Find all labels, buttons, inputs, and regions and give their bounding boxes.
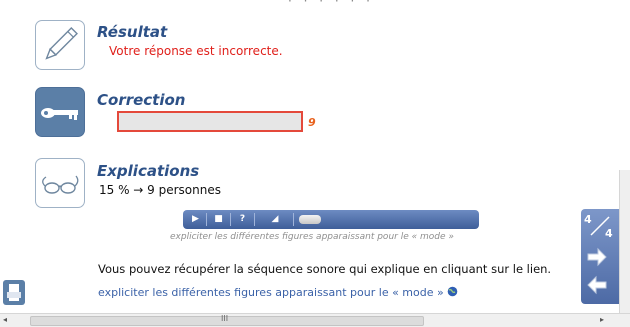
resultat-title: Résultat [97, 23, 168, 41]
player-separator [230, 213, 231, 226]
page-total: 4 [605, 227, 613, 240]
key-icon [35, 87, 85, 137]
print-icon[interactable] [3, 280, 25, 305]
player-caption: expliciter les différentes figures appar… [170, 232, 454, 242]
volume-control[interactable]: ◢ [261, 213, 289, 226]
glasses-icon [35, 158, 85, 208]
sound-text: Vous pouvez récupérer la séquence sonore… [98, 262, 552, 276]
stop-button[interactable]: ■ [210, 213, 227, 226]
player-separator [206, 213, 207, 226]
horizontal-scroll-thumb[interactable]: III [30, 314, 424, 326]
player-separator [254, 213, 255, 226]
next-arrow-icon[interactable] [586, 247, 608, 271]
result-message: Votre réponse est incorrecte. [109, 44, 283, 58]
previous-arrow-icon[interactable] [586, 275, 608, 299]
correction-title: Correction [97, 91, 186, 109]
globe-icon [447, 286, 458, 300]
scroll-grip: III [221, 314, 229, 323]
pencil-icon [35, 20, 85, 70]
horizontal-scrollbar[interactable]: ◂ III ▸ [0, 313, 630, 327]
sound-link-text[interactable]: expliciter les différentes figures appar… [98, 286, 444, 299]
sound-link[interactable]: expliciter les différentes figures appar… [98, 286, 458, 300]
player-separator [293, 213, 294, 226]
explications-title: Explications [97, 162, 200, 180]
vertical-scrollbar[interactable] [619, 170, 630, 313]
scroll-right-arrow-icon[interactable]: ▸ [600, 315, 604, 324]
navigation-panel: 4 4 [581, 209, 621, 304]
top-ellipsis: · · · · · · [288, 0, 374, 8]
help-button[interactable]: ? [234, 213, 251, 226]
scroll-left-arrow-icon[interactable]: ◂ [3, 315, 7, 324]
audio-player: ▶ ■ ? ◢ [183, 210, 479, 229]
correction-answer-box [117, 111, 303, 132]
seek-slider[interactable] [299, 215, 321, 224]
answer-hint: 9 [308, 116, 316, 129]
explication-formula: 15 % → 9 personnes [99, 183, 221, 197]
play-button[interactable]: ▶ [187, 213, 204, 226]
